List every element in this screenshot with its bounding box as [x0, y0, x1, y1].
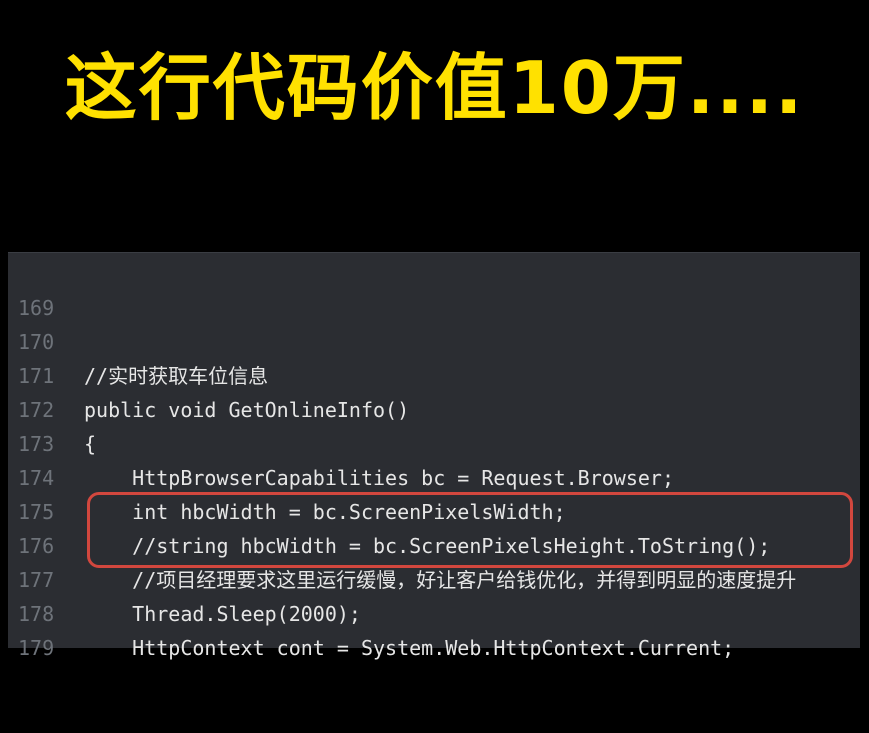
code-editor: 169 170 //实时获取车位信息 171 public void GetOn… [8, 252, 860, 660]
code-line: 175 //string hbcWidth = bc.ScreenPixelsH… [8, 461, 860, 558]
code-line: 179 [8, 597, 860, 660]
code-line: 171 public void GetOnlineInfo() [8, 325, 860, 422]
code-line: 169 [8, 257, 860, 320]
code-line: 173 HttpBrowserCapabilities bc = Request… [8, 393, 860, 490]
highlight-annotation-box [87, 492, 853, 568]
code-line: 170 //实时获取车位信息 [8, 291, 860, 388]
code-line: 178 HttpContext cont = System.Web.HttpCo… [8, 563, 860, 660]
code-line: 174 int hbcWidth = bc.ScreenPixelsWidth; [8, 427, 860, 524]
code-line: 172 { [8, 359, 860, 456]
headline-title: 这行代码价值10万.... [64, 46, 805, 130]
code-text: HttpContext cont = System.Web.HttpContex… [84, 636, 735, 660]
line-number: 179 [18, 636, 55, 660]
